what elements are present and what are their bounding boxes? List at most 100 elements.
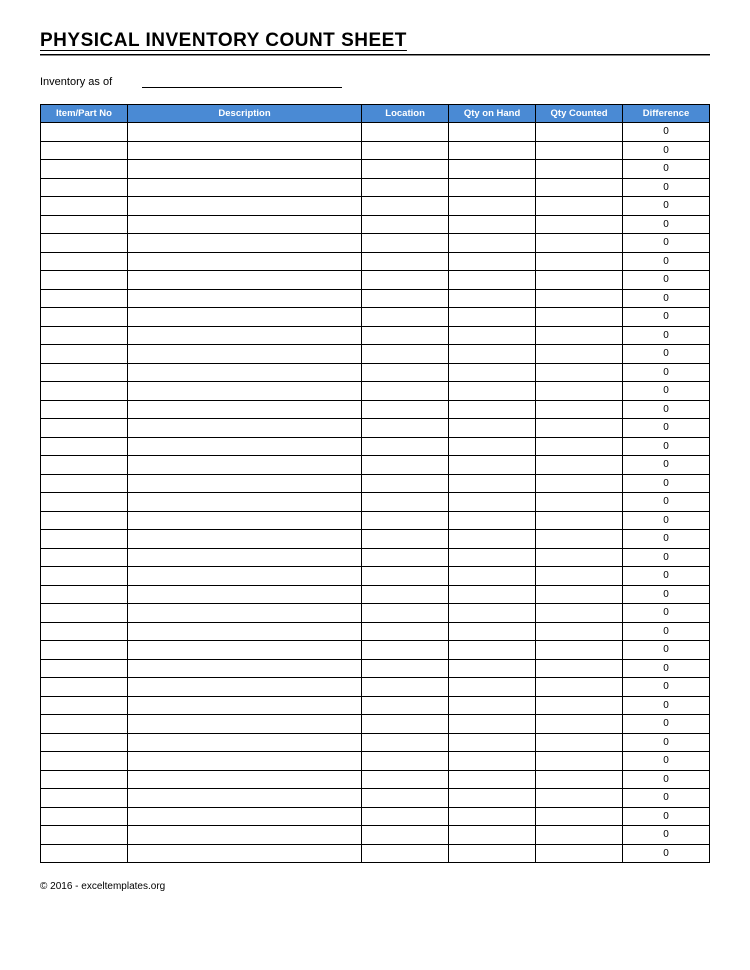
cell-description xyxy=(127,604,361,623)
table-row: 0 xyxy=(41,844,710,863)
cell-description xyxy=(127,178,361,197)
table-row: 0 xyxy=(41,308,710,327)
cell-description xyxy=(127,234,361,253)
cell-item xyxy=(41,493,128,512)
cell-location xyxy=(362,178,449,197)
cell-difference: 0 xyxy=(623,363,710,382)
cell-qty-counted xyxy=(536,696,623,715)
cell-qty-on-hand xyxy=(449,345,536,364)
cell-location xyxy=(362,400,449,419)
cell-item xyxy=(41,696,128,715)
cell-difference: 0 xyxy=(623,345,710,364)
cell-qty-on-hand xyxy=(449,567,536,586)
cell-difference: 0 xyxy=(623,419,710,438)
cell-location xyxy=(362,770,449,789)
cell-description xyxy=(127,807,361,826)
table-row: 0 xyxy=(41,160,710,179)
cell-qty-counted xyxy=(536,141,623,160)
footer-copyright: © 2016 - exceltemplates.org xyxy=(40,881,710,892)
inventory-asof-value-line xyxy=(142,74,342,88)
cell-description xyxy=(127,789,361,808)
cell-location xyxy=(362,215,449,234)
cell-qty-on-hand xyxy=(449,493,536,512)
cell-description xyxy=(127,826,361,845)
cell-location xyxy=(362,789,449,808)
cell-item xyxy=(41,585,128,604)
col-header-qty-on-hand: Qty on Hand xyxy=(449,105,536,123)
table-row: 0 xyxy=(41,382,710,401)
cell-item xyxy=(41,456,128,475)
table-row: 0 xyxy=(41,604,710,623)
col-header-description: Description xyxy=(127,105,361,123)
cell-difference: 0 xyxy=(623,789,710,808)
table-row: 0 xyxy=(41,789,710,808)
cell-location xyxy=(362,678,449,697)
cell-qty-on-hand xyxy=(449,419,536,438)
table-row: 0 xyxy=(41,622,710,641)
cell-qty-on-hand xyxy=(449,696,536,715)
table-row: 0 xyxy=(41,197,710,216)
cell-qty-counted xyxy=(536,511,623,530)
cell-item xyxy=(41,604,128,623)
cell-difference: 0 xyxy=(623,437,710,456)
cell-qty-on-hand xyxy=(449,456,536,475)
cell-difference: 0 xyxy=(623,252,710,271)
cell-qty-on-hand xyxy=(449,252,536,271)
table-row: 0 xyxy=(41,141,710,160)
cell-qty-counted xyxy=(536,456,623,475)
cell-qty-on-hand xyxy=(449,363,536,382)
inventory-asof-label: Inventory as of xyxy=(40,76,112,88)
cell-location xyxy=(362,826,449,845)
cell-location xyxy=(362,456,449,475)
cell-qty-on-hand xyxy=(449,511,536,530)
cell-qty-counted xyxy=(536,567,623,586)
cell-qty-on-hand xyxy=(449,548,536,567)
cell-difference: 0 xyxy=(623,456,710,475)
table-row: 0 xyxy=(41,400,710,419)
cell-description xyxy=(127,548,361,567)
cell-description xyxy=(127,530,361,549)
cell-difference: 0 xyxy=(623,141,710,160)
cell-description xyxy=(127,400,361,419)
cell-qty-on-hand xyxy=(449,382,536,401)
cell-item xyxy=(41,511,128,530)
cell-item xyxy=(41,363,128,382)
cell-difference: 0 xyxy=(623,696,710,715)
cell-location xyxy=(362,252,449,271)
cell-item xyxy=(41,289,128,308)
cell-difference: 0 xyxy=(623,530,710,549)
cell-description xyxy=(127,419,361,438)
table-row: 0 xyxy=(41,548,710,567)
cell-qty-on-hand xyxy=(449,733,536,752)
cell-qty-on-hand xyxy=(449,752,536,771)
cell-location xyxy=(362,197,449,216)
cell-difference: 0 xyxy=(623,585,710,604)
cell-qty-counted xyxy=(536,548,623,567)
cell-difference: 0 xyxy=(623,382,710,401)
table-row: 0 xyxy=(41,456,710,475)
cell-location xyxy=(362,641,449,660)
cell-description xyxy=(127,567,361,586)
cell-qty-on-hand xyxy=(449,400,536,419)
cell-location xyxy=(362,363,449,382)
cell-item xyxy=(41,548,128,567)
cell-description xyxy=(127,141,361,160)
col-header-qty-counted: Qty Counted xyxy=(536,105,623,123)
cell-location xyxy=(362,585,449,604)
inventory-asof-row: Inventory as of xyxy=(40,74,710,88)
cell-difference: 0 xyxy=(623,160,710,179)
cell-qty-on-hand xyxy=(449,234,536,253)
cell-qty-on-hand xyxy=(449,437,536,456)
cell-qty-counted xyxy=(536,289,623,308)
cell-description xyxy=(127,215,361,234)
cell-difference: 0 xyxy=(623,678,710,697)
cell-location xyxy=(362,733,449,752)
table-row: 0 xyxy=(41,363,710,382)
table-header-row: Item/Part No Description Location Qty on… xyxy=(41,105,710,123)
cell-qty-counted xyxy=(536,733,623,752)
cell-difference: 0 xyxy=(623,271,710,290)
cell-description xyxy=(127,733,361,752)
cell-difference: 0 xyxy=(623,197,710,216)
table-row: 0 xyxy=(41,567,710,586)
cell-difference: 0 xyxy=(623,752,710,771)
